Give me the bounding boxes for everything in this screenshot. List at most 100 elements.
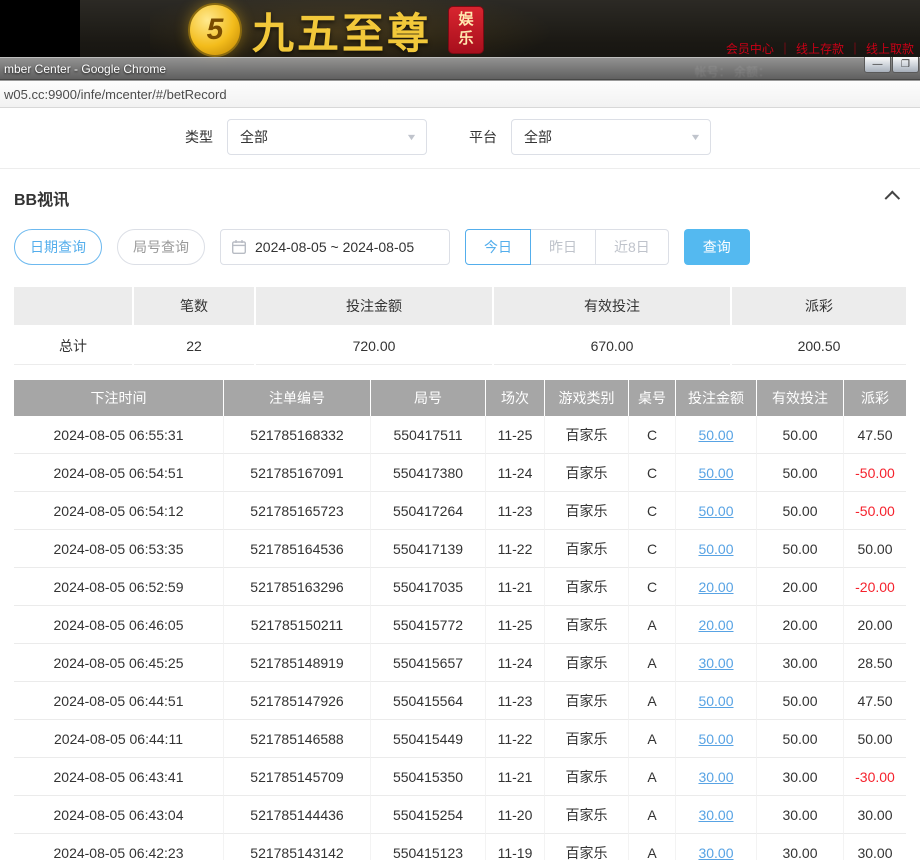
minimize-button[interactable]: — [864, 57, 891, 73]
type-label: 类型 [185, 127, 213, 147]
url-text[interactable]: w05.cc:9900/infe/mcenter/#/betRecord [4, 87, 227, 102]
bet-amount-link[interactable]: 30.00 [676, 644, 757, 682]
today-button[interactable]: 今日 [465, 229, 531, 265]
cell-bet-time: 2024-08-05 06:54:12 [14, 492, 224, 530]
bet-amount-link[interactable]: 50.00 [676, 492, 757, 530]
section-header: BB视讯 [14, 169, 906, 229]
summary-total-label: 总计 [14, 327, 132, 365]
summary-valid-bet: 670.00 [494, 327, 730, 365]
coin-logo-icon: 5 [188, 3, 242, 57]
date-query-button[interactable]: 日期查询 [14, 229, 102, 265]
cell-valid-bet: 50.00 [757, 416, 844, 454]
table-row: 2024-08-05 06:55:31521785168332550417511… [14, 416, 906, 454]
bet-amount-link[interactable]: 30.00 [676, 834, 757, 860]
nav-separator: ｜ [779, 40, 791, 57]
cell-order-number: 521785168332 [224, 416, 371, 454]
round-query-button[interactable]: 局号查询 [117, 229, 205, 265]
cell-table-number: C [629, 416, 676, 454]
nav-online-deposit-link[interactable]: 线上存款 [796, 40, 844, 57]
cell-bet-time: 2024-08-05 06:44:11 [14, 720, 224, 758]
cell-round-number: 550415564 [371, 682, 486, 720]
maximize-button[interactable]: ❐ [892, 57, 919, 73]
cell-game-type: 百家乐 [545, 568, 629, 606]
th-valid-bet: 有效投注 [757, 380, 844, 416]
cell-round-number: 550417264 [371, 492, 486, 530]
bet-amount-link[interactable]: 20.00 [676, 606, 757, 644]
cell-session: 11-25 [486, 416, 545, 454]
cell-order-number: 521785165723 [224, 492, 371, 530]
cell-session: 11-23 [486, 492, 545, 530]
cell-payout: 50.00 [844, 720, 906, 758]
cell-table-number: A [629, 796, 676, 834]
cell-table-number: A [629, 644, 676, 682]
cell-game-type: 百家乐 [545, 834, 629, 860]
cell-order-number: 521785163296 [224, 568, 371, 606]
platform-select[interactable]: 全部 ▼ [511, 119, 711, 155]
platform-label: 平台 [469, 127, 497, 147]
cell-bet-time: 2024-08-05 06:46:05 [14, 606, 224, 644]
bb-video-section: BB视讯 日期查询 局号查询 2024-08-05 ~ 2024-08-05 今… [0, 169, 920, 860]
cell-valid-bet: 50.00 [757, 720, 844, 758]
site-header: 5 九五至尊 娱 乐 会员中心 ｜ 线上存款 ｜ 线上取款 帐号： 余额： mb… [0, 0, 920, 80]
th-session: 场次 [486, 380, 545, 416]
cell-order-number: 521785147926 [224, 682, 371, 720]
cell-valid-bet: 50.00 [757, 682, 844, 720]
table-row: 2024-08-05 06:44:11521785146588550415449… [14, 720, 906, 758]
cell-order-number: 521785144436 [224, 796, 371, 834]
bet-amount-link[interactable]: 50.00 [676, 720, 757, 758]
cell-valid-bet: 20.00 [757, 568, 844, 606]
cell-game-type: 百家乐 [545, 454, 629, 492]
cell-round-number: 550417139 [371, 530, 486, 568]
cell-order-number: 521785143142 [224, 834, 371, 860]
cell-bet-time: 2024-08-05 06:44:51 [14, 682, 224, 720]
platform-select-value: 全部 [524, 127, 552, 147]
cell-valid-bet: 30.00 [757, 834, 844, 860]
nav-separator: ｜ [849, 40, 861, 57]
bet-amount-link[interactable]: 50.00 [676, 454, 757, 492]
browser-titlebar: mber Center - Google Chrome — ❐ [0, 57, 920, 80]
table-row: 2024-08-05 06:46:05521785150211550415772… [14, 606, 906, 644]
bet-amount-link[interactable]: 20.00 [676, 568, 757, 606]
search-button[interactable]: 查询 [684, 229, 750, 265]
cell-bet-time: 2024-08-05 06:55:31 [14, 416, 224, 454]
cell-payout: -50.00 [844, 454, 906, 492]
cell-table-number: C [629, 492, 676, 530]
cell-table-number: C [629, 568, 676, 606]
date-range-input[interactable]: 2024-08-05 ~ 2024-08-05 [220, 229, 450, 265]
browser-addressbar[interactable]: w05.cc:9900/infe/mcenter/#/betRecord [0, 80, 920, 108]
section-title: BB视讯 [14, 186, 69, 210]
cell-bet-time: 2024-08-05 06:53:35 [14, 530, 224, 568]
th-order-number: 注单编号 [224, 380, 371, 416]
type-select[interactable]: 全部 ▼ [227, 119, 427, 155]
quick-range-group: 今日 昨日 近8日 [465, 229, 669, 265]
cell-payout: -30.00 [844, 758, 906, 796]
cell-table-number: A [629, 682, 676, 720]
bet-amount-link[interactable]: 30.00 [676, 796, 757, 834]
filter-row: 类型 全部 ▼ 平台 全部 ▼ [0, 119, 920, 155]
table-row: 2024-08-05 06:43:04521785144436550415254… [14, 796, 906, 834]
th-round-number: 局号 [371, 380, 486, 416]
cell-table-number: A [629, 834, 676, 860]
badge-char-bottom: 乐 [459, 30, 474, 49]
table-row: 2024-08-05 06:42:23521785143142550415123… [14, 834, 906, 860]
bet-amount-link[interactable]: 50.00 [676, 416, 757, 454]
table-row: 2024-08-05 06:45:25521785148919550415657… [14, 644, 906, 682]
nav-member-center-link[interactable]: 会员中心 [726, 40, 774, 57]
table-row: 2024-08-05 06:54:12521785165723550417264… [14, 492, 906, 530]
bet-amount-link[interactable]: 50.00 [676, 682, 757, 720]
cell-payout: 30.00 [844, 796, 906, 834]
last-8-days-button[interactable]: 近8日 [596, 229, 669, 265]
nav-online-withdraw-link[interactable]: 线上取款 [866, 40, 914, 57]
cell-game-type: 百家乐 [545, 644, 629, 682]
bet-amount-link[interactable]: 30.00 [676, 758, 757, 796]
cell-valid-bet: 50.00 [757, 492, 844, 530]
cell-round-number: 550415772 [371, 606, 486, 644]
cell-session: 11-23 [486, 682, 545, 720]
yesterday-button[interactable]: 昨日 [531, 229, 596, 265]
th-payout: 派彩 [844, 380, 906, 416]
bet-amount-link[interactable]: 50.00 [676, 530, 757, 568]
collapse-toggle[interactable] [878, 190, 900, 206]
type-select-value: 全部 [240, 127, 268, 147]
cell-table-number: C [629, 530, 676, 568]
cell-payout: -50.00 [844, 492, 906, 530]
